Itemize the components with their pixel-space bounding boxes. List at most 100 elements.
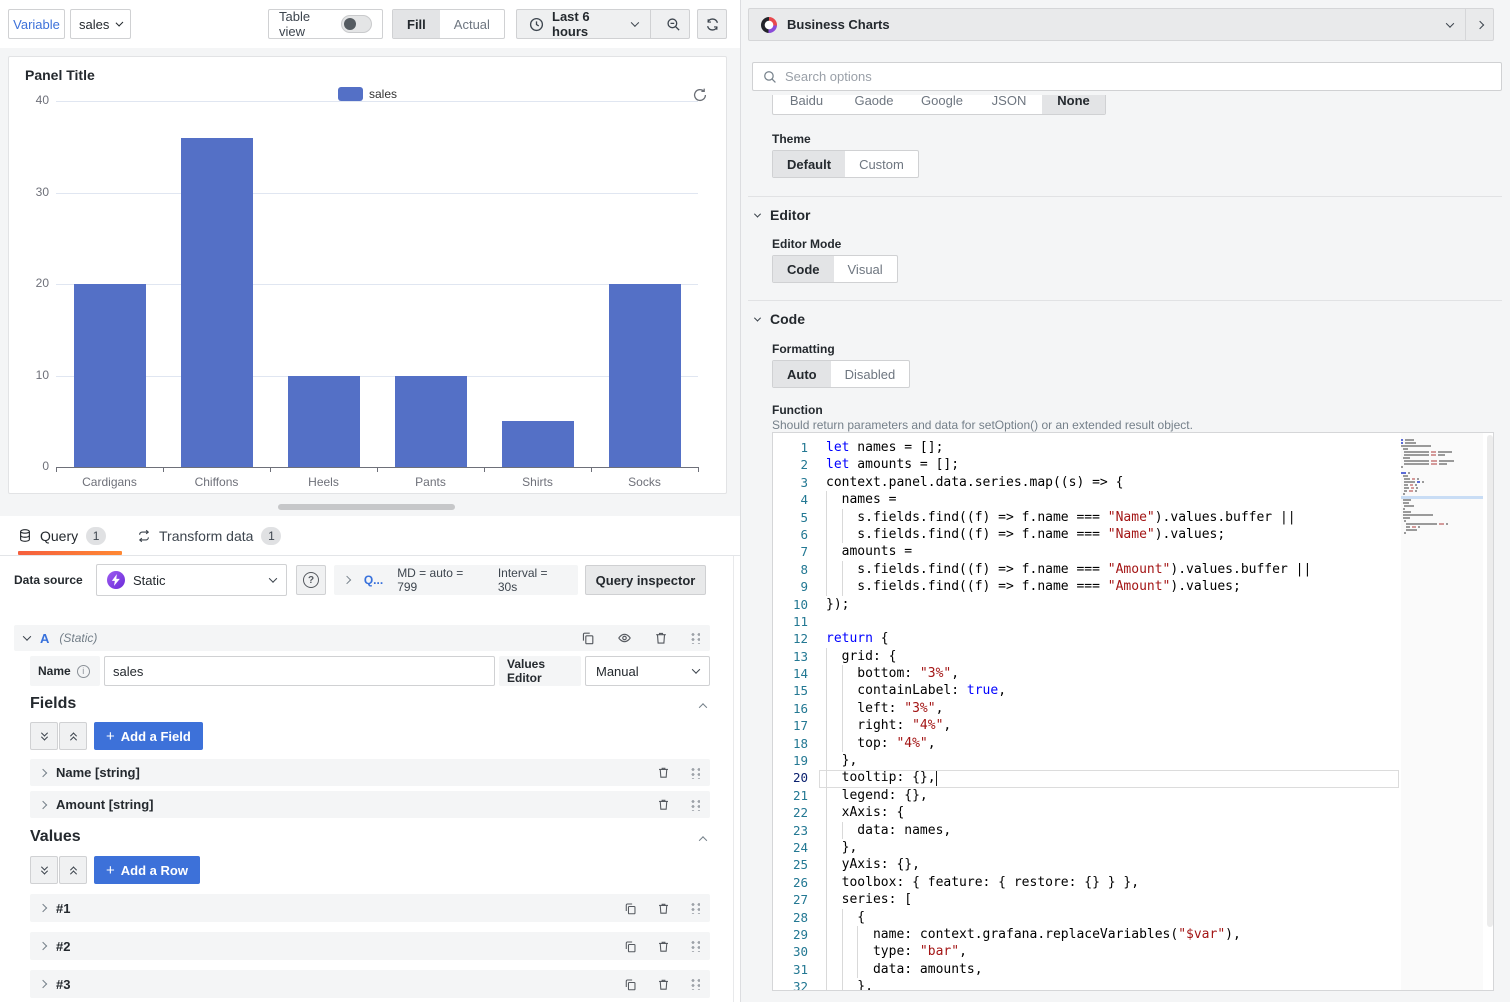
code-line: }, [826,752,1397,769]
chart-legend[interactable]: sales [9,87,726,101]
duplicate-row-icon[interactable] [624,978,637,991]
collapse-values-icon[interactable] [699,836,707,844]
collapse-fields-icon[interactable] [699,703,707,711]
drag-handle[interactable] [690,902,700,914]
query-row-header[interactable]: A (Static) [14,625,710,651]
code-line: s.fields.find((f) => f.name === "Amount"… [826,561,1397,578]
tab-transform-data[interactable]: Transform data 1 [137,516,281,555]
theme-custom[interactable]: Custom [845,151,918,177]
x-axis-tick [591,467,592,472]
line-number: 31 [773,961,819,978]
bar-chiffons[interactable] [181,138,253,467]
expand-all-rows-button[interactable] [59,856,87,884]
delete-row-icon[interactable] [657,902,670,915]
bar-cardigans[interactable] [74,284,146,467]
field-row-name[interactable]: Name [string] [30,759,710,786]
values-editor-select[interactable]: Manual [585,656,710,686]
map-option-none[interactable]: None [1042,95,1105,114]
query-options-bar[interactable]: Q... MD = auto = 799 Interval = 30s [334,565,578,595]
drag-handle[interactable] [690,940,700,952]
code-editor[interactable]: 1234567891011121314151617181920212223242… [772,432,1494,991]
map-option-json[interactable]: JSON [976,95,1042,114]
section-divider [748,300,1502,301]
delete-query-icon[interactable] [654,631,668,645]
datasource-help-button[interactable]: ? [296,565,326,595]
bar-pants[interactable] [395,376,467,468]
refresh-button[interactable] [697,9,727,39]
editor-mode-visual[interactable]: Visual [834,256,897,282]
code-line: }, [826,839,1397,856]
code-line: bottom: "3%", [826,665,1397,682]
options-search[interactable] [752,62,1502,91]
add-row-button[interactable]: + Add a Row [94,856,200,884]
delete-row-icon[interactable] [657,978,670,991]
map-option-google[interactable]: Google [908,95,976,114]
code-line: top: "4%", [826,735,1397,752]
line-number: 20 [773,769,819,786]
options-search-input[interactable] [785,69,1491,84]
x-axis-category-label: Socks [591,475,698,489]
value-row-3[interactable]: #3 [30,970,710,998]
value-row-2[interactable]: #2 [30,932,710,960]
value-row-1[interactable]: #1 [30,894,710,922]
code-line: s.fields.find((f) => f.name === "Name").… [826,526,1397,543]
collapse-options-button[interactable] [1465,9,1493,40]
query-inspector-button[interactable]: Query inspector [585,565,706,595]
theme-default[interactable]: Default [773,151,845,177]
duplicate-row-icon[interactable] [624,902,637,915]
map-option-baidu[interactable]: Baidu [773,95,840,114]
hide-query-icon[interactable] [617,631,632,645]
delete-field-icon[interactable] [657,766,670,779]
query-options-toggle[interactable]: Q... [364,573,383,587]
duplicate-query-icon[interactable] [581,631,595,645]
collapse-all-rows-button[interactable] [30,856,58,884]
theme-label: Theme [772,132,811,146]
code-line: grid: { [826,648,1397,665]
code-scrollbar[interactable] [1487,435,1493,927]
datasource-select[interactable]: Static [96,564,287,596]
table-view-toggle[interactable] [341,15,372,33]
name-label-text: Name [38,664,71,678]
fill-option[interactable]: Fill [393,10,440,38]
chevron-right-icon [39,768,47,776]
map-option-gaode[interactable]: Gaode [840,95,908,114]
duplicate-row-icon[interactable] [624,940,637,953]
line-number: 21 [773,787,819,804]
code-minimap[interactable] [1401,433,1483,990]
chevron-down-icon [116,19,124,27]
formatting-disabled[interactable]: Disabled [831,361,910,387]
chart-restore-button[interactable] [692,87,708,103]
collapse-all-fields-button[interactable] [30,722,58,750]
zoom-out-button[interactable] [659,10,689,38]
bar-shirts[interactable] [502,421,574,467]
editor-section-header[interactable]: Editor [755,207,810,223]
time-range-picker[interactable]: Last 6 hours [517,10,651,38]
horizontal-scrollbar[interactable] [278,504,455,510]
chevron-right-icon [39,980,47,988]
code-line: left: "3%", [826,700,1397,717]
bar-socks[interactable] [609,284,681,467]
tab-query[interactable]: Query 1 [18,516,106,555]
actual-option[interactable]: Actual [440,10,504,38]
field-row-amount[interactable]: Amount [string] [30,791,710,818]
drag-handle[interactable] [690,978,700,990]
name-input[interactable] [104,656,495,686]
collapse-query-icon[interactable] [23,632,31,640]
expand-all-fields-button[interactable] [59,722,87,750]
drag-handle[interactable] [690,632,700,644]
variable-select[interactable]: sales [70,9,131,39]
delete-field-icon[interactable] [657,798,670,811]
drag-handle[interactable] [690,767,700,779]
visualization-select[interactable]: Business Charts [749,9,1465,40]
delete-row-icon[interactable] [657,940,670,953]
code-section-header[interactable]: Code [755,311,805,327]
add-field-button[interactable]: + Add a Field [94,722,203,750]
variable-button[interactable]: Variable [8,9,65,39]
tab-query-label: Query [40,528,78,544]
drag-handle[interactable] [690,799,700,811]
gridline [56,101,698,102]
bar-heels[interactable] [288,376,360,468]
x-axis-tick [270,467,271,472]
formatting-auto[interactable]: Auto [773,361,831,387]
editor-mode-code[interactable]: Code [773,256,834,282]
